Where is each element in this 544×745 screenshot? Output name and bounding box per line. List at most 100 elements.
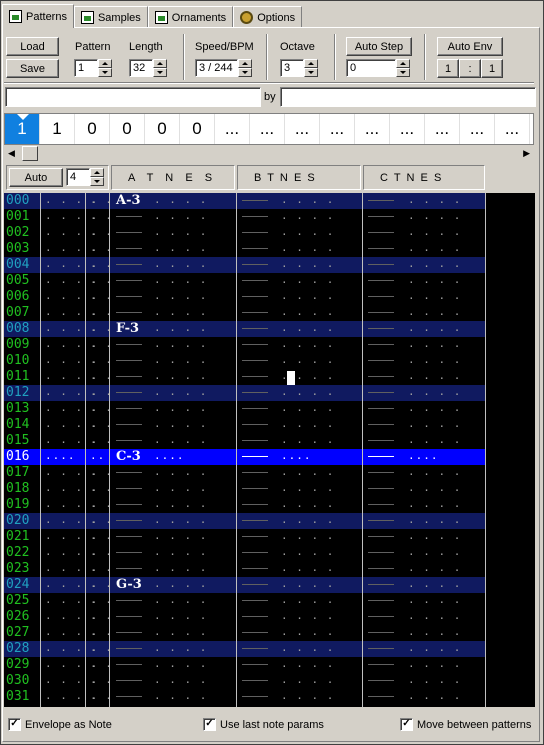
- tab-ornaments[interactable]: Ornaments: [147, 6, 234, 28]
- pattern-row[interactable]: 014. . . .. .. . . .. . . .. . . .: [4, 417, 486, 433]
- position-cell[interactable]: ...: [285, 114, 320, 144]
- position-cell[interactable]: ...: [320, 114, 355, 144]
- tab-options[interactable]: Options: [233, 6, 303, 28]
- pattern-row[interactable]: 012. . . .. .. . . .. . . .. . . .: [4, 385, 486, 401]
- pattern-row[interactable]: 016.................. C-3: [4, 449, 486, 465]
- octave-field[interactable]: 3: [280, 59, 304, 77]
- pattern-row[interactable]: 021. . . .. .. . . .. . . .. . . .: [4, 529, 486, 545]
- speed-spinner[interactable]: [238, 59, 252, 77]
- spin-down-icon[interactable]: [304, 68, 318, 77]
- position-list[interactable]: 110000..............................: [4, 113, 534, 145]
- spin-down-icon[interactable]: [153, 68, 167, 77]
- pattern-editor-grid[interactable]: 031. . . .. .. . . .. . . .. . . . 030. .…: [4, 193, 535, 707]
- spin-down-icon[interactable]: [238, 68, 252, 77]
- pattern-row[interactable]: 020. . . .. .. . . .. . . .. . . .: [4, 513, 486, 529]
- title-field[interactable]: [5, 87, 261, 107]
- spin-up-icon[interactable]: [90, 168, 104, 177]
- spin-up-icon[interactable]: [238, 59, 252, 68]
- auto-value-spinner[interactable]: [90, 168, 104, 186]
- pattern-row[interactable]: 000. . . .. .. . . .. . . .. . . . A-3: [4, 193, 486, 209]
- pattern-row[interactable]: 002. . . .. .. . . .. . . .. . . .: [4, 225, 486, 241]
- auto-step-value-field[interactable]: 4: [66, 168, 90, 186]
- pattern-row[interactable]: 007. . . .. .. . . .. . . .. . . .: [4, 305, 486, 321]
- pattern-row[interactable]: 028. . . .. .. . . .. . . .. . . .: [4, 641, 486, 657]
- pattern-row[interactable]: 011. . . .. .. . . .. . . .. . . .: [4, 369, 486, 385]
- pattern-row[interactable]: 009. . . .. .. . . .. . . .. . . .: [4, 337, 486, 353]
- envelope-as-note-checkbox[interactable]: ✓ Envelope as Note: [8, 718, 112, 731]
- load-button[interactable]: Load: [6, 37, 59, 56]
- spin-up-icon[interactable]: [396, 59, 410, 68]
- pattern-row[interactable]: 003. . . .. .. . . .. . . .. . . .: [4, 241, 486, 257]
- pattern-row[interactable]: 005. . . .. .. . . .. . . .. . . .: [4, 273, 486, 289]
- auto-step-spinner[interactable]: [396, 59, 410, 77]
- pattern-row[interactable]: 001. . . .. .. . . .. . . .. . . .: [4, 209, 486, 225]
- channel-a-header[interactable]: A T N E S: [111, 165, 235, 190]
- auto-button[interactable]: Auto: [9, 168, 63, 187]
- position-cell[interactable]: 0: [145, 114, 180, 144]
- position-cell[interactable]: 1: [40, 114, 75, 144]
- pattern-row[interactable]: 022. . . .. .. . . .. . . .. . . .: [4, 545, 486, 561]
- pattern-row[interactable]: 018. . . .. .. . . .. . . .. . . .: [4, 481, 486, 497]
- tab-patterns[interactable]: Patterns: [2, 4, 74, 28]
- auto-env-button[interactable]: Auto Env: [437, 37, 503, 56]
- auto-step-button[interactable]: Auto Step: [346, 37, 412, 56]
- pattern-row[interactable]: 015. . . .. .. . . .. . . .. . . .: [4, 433, 486, 449]
- auto-env-numerator[interactable]: 1: [437, 59, 459, 78]
- spin-down-icon[interactable]: [98, 68, 112, 77]
- pattern-row[interactable]: 013. . . .. .. . . .. . . .. . . .: [4, 401, 486, 417]
- pattern-row[interactable]: 024. . . .. .. . . .. . . .. . . . G-3: [4, 577, 486, 593]
- pattern-row[interactable]: 029. . . .. .. . . .. . . .. . . .: [4, 657, 486, 673]
- position-cell[interactable]: ...: [355, 114, 390, 144]
- author-field[interactable]: [280, 87, 536, 107]
- position-cell[interactable]: 1: [5, 114, 40, 144]
- save-button[interactable]: Save: [6, 59, 59, 78]
- length-field[interactable]: 32: [129, 59, 153, 77]
- position-cell[interactable]: ...: [495, 114, 530, 144]
- channel-b-header[interactable]: B T N E S: [237, 165, 361, 190]
- channel-c-header[interactable]: C T N E S: [363, 165, 485, 190]
- pattern-row[interactable]: 027. . . .. .. . . .. . . .. . . .: [4, 625, 486, 641]
- use-last-note-params-checkbox[interactable]: ✓ Use last note params: [203, 718, 324, 731]
- spin-down-icon[interactable]: [396, 68, 410, 77]
- pattern-row[interactable]: 023. . . .. .. . . .. . . .. . . .: [4, 561, 486, 577]
- position-list-scrollbar[interactable]: ◀ ▶: [4, 145, 534, 162]
- checkbox-icon[interactable]: ✓: [203, 718, 216, 731]
- spin-up-icon[interactable]: [153, 59, 167, 68]
- position-cell[interactable]: 0: [110, 114, 145, 144]
- move-between-patterns-checkbox[interactable]: ✓ Move between patterns: [400, 718, 531, 731]
- speed-bpm-field[interactable]: 3 / 244: [195, 59, 238, 77]
- pattern-row[interactable]: 006. . . .. .. . . .. . . .. . . .: [4, 289, 486, 305]
- pattern-spinner[interactable]: [98, 59, 112, 77]
- auto-env-denominator[interactable]: 1: [481, 59, 503, 78]
- pattern-row[interactable]: 017. . . .. .. . . .. . . .. . . .: [4, 465, 486, 481]
- pattern-row[interactable]: 031. . . .. .. . . .. . . .. . . .: [4, 689, 486, 705]
- checkbox-icon[interactable]: ✓: [400, 718, 413, 731]
- octave-spinner[interactable]: [304, 59, 318, 77]
- pattern-row[interactable]: 008. . . .. .. . . .. . . .. . . . F-3: [4, 321, 486, 337]
- pattern-row[interactable]: 010. . . .. .. . . .. . . .. . . .: [4, 353, 486, 369]
- scroll-left-icon[interactable]: ◀: [8, 148, 15, 159]
- position-cell[interactable]: ...: [460, 114, 495, 144]
- pattern-number-field[interactable]: 1: [74, 59, 98, 77]
- length-spinner[interactable]: [153, 59, 167, 77]
- pattern-row[interactable]: 026. . . .. .. . . .. . . .. . . .: [4, 609, 486, 625]
- position-cell[interactable]: 0: [75, 114, 110, 144]
- pattern-row[interactable]: 019. . . .. .. . . .. . . .. . . .: [4, 497, 486, 513]
- position-cell[interactable]: ...: [530, 114, 533, 144]
- spin-up-icon[interactable]: [304, 59, 318, 68]
- position-cell[interactable]: ...: [215, 114, 250, 144]
- pattern-row[interactable]: 030. . . .. .. . . .. . . .. . . .: [4, 673, 486, 689]
- scroll-thumb[interactable]: [22, 146, 38, 161]
- auto-step-field[interactable]: 0: [346, 59, 396, 77]
- spin-up-icon[interactable]: [98, 59, 112, 68]
- position-cell[interactable]: ...: [250, 114, 285, 144]
- scroll-right-icon[interactable]: ▶: [523, 148, 530, 159]
- position-cell[interactable]: 0: [180, 114, 215, 144]
- position-cell[interactable]: ...: [425, 114, 460, 144]
- position-cell[interactable]: ...: [390, 114, 425, 144]
- pattern-row[interactable]: 004. . . .. .. . . .. . . .. . . .: [4, 257, 486, 273]
- checkbox-icon[interactable]: ✓: [8, 718, 21, 731]
- spin-down-icon[interactable]: [90, 177, 104, 186]
- pattern-row[interactable]: 025. . . .. .. . . .. . . .. . . .: [4, 593, 486, 609]
- tab-samples[interactable]: Samples: [73, 6, 148, 28]
